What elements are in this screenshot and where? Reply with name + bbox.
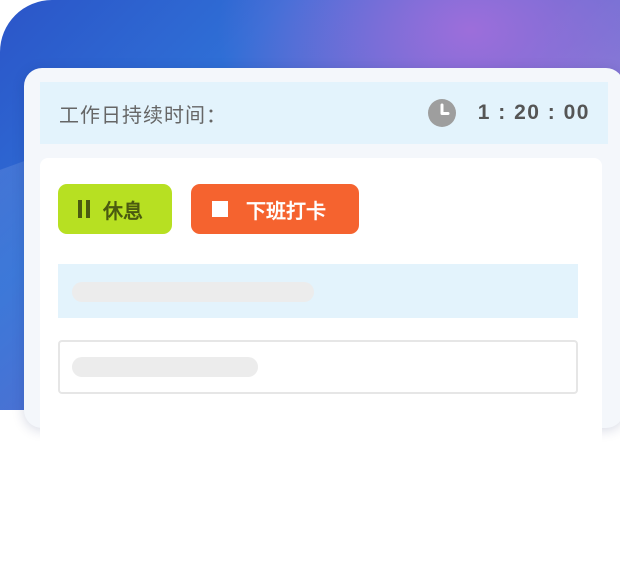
stop-icon [212, 201, 228, 217]
duration-header: 工作日持续时间： 1 : 20 : 00 [40, 82, 608, 144]
duration-value: 1 : 20 : 00 [477, 101, 590, 124]
duration-timer: 1 : 20 : 00 [427, 99, 590, 127]
placeholder-input [58, 340, 578, 394]
placeholder-line [72, 282, 314, 302]
placeholder-line [72, 357, 258, 377]
actions-panel: 休息 下班打卡 [40, 158, 602, 448]
pause-icon [78, 200, 90, 218]
placeholder-row [58, 264, 578, 318]
work-timer-card: 工作日持续时间： 1 : 20 : 00 休息 下班打卡 [24, 68, 620, 448]
rest-button-label: 休息 [103, 198, 143, 223]
rest-button[interactable]: 休息 [58, 184, 172, 234]
duration-label: 工作日持续时间： [59, 102, 227, 127]
clock-icon [427, 99, 456, 127]
clock-out-button-label: 下班打卡 [246, 198, 326, 223]
clock-out-button[interactable]: 下班打卡 [191, 184, 359, 234]
